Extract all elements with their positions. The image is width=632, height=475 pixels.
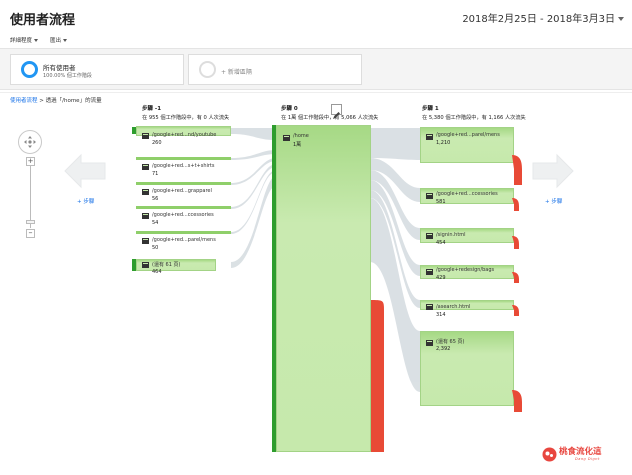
step-title: 步驟 -1	[142, 106, 162, 112]
node-label: /google+red...ccessories	[152, 212, 214, 218]
watermark-text: 桃食流化這	[559, 447, 602, 457]
dropoff-indicator	[512, 272, 519, 283]
node-label: /asearch.html	[436, 304, 471, 310]
node-value: 314	[436, 312, 446, 318]
page-icon	[426, 269, 433, 275]
page-icon	[426, 340, 433, 346]
node-label: /home	[293, 133, 309, 139]
flow-node[interactable]	[136, 231, 231, 234]
node-value: 2,392	[436, 346, 451, 352]
page-icon	[426, 233, 433, 239]
step-summary-minus1: 在 955 個工作階段中，有 0 人次流失	[142, 115, 230, 121]
node-value: 464	[152, 269, 162, 275]
dropoff-indicator	[512, 305, 519, 316]
flow-node[interactable]	[136, 206, 231, 209]
pencil-icon[interactable]	[331, 104, 342, 119]
step-summary-1: 在 5,380 個工作階段中，有 1,166 人次流失	[422, 115, 526, 121]
page-icon	[142, 133, 149, 139]
node-value: 1萬	[293, 142, 302, 148]
node-value: 54	[152, 220, 159, 226]
node-value: 454	[436, 240, 446, 246]
node-value: 260	[152, 140, 162, 146]
watermark-logo-icon	[542, 447, 557, 462]
step-title: 步驟 0	[281, 106, 298, 112]
dropoff-indicator	[512, 198, 519, 211]
step-summary-0: 在 1萬 個工作階段中，有 5,066 人次流失	[281, 115, 379, 121]
dropoff-indicator	[512, 390, 522, 412]
page-icon	[283, 135, 290, 141]
step-header-0: 步驟 0	[281, 104, 298, 112]
node-value: 581	[436, 199, 446, 205]
node-label: /google+red...parel/mens	[152, 237, 216, 243]
step-title: 步驟 1	[422, 106, 439, 112]
step-header-1: 步驟 1	[422, 104, 439, 112]
flow-node[interactable]	[136, 157, 231, 160]
flow-node[interactable]	[420, 228, 514, 243]
watermark-subtext: Dang Dignt	[575, 457, 600, 461]
page-icon	[142, 213, 149, 219]
page-icon	[142, 262, 149, 268]
watermark: 桃食流化這 Dang Dignt	[542, 445, 628, 467]
node-label: /google+red...nd/youtube	[152, 132, 217, 138]
page-icon	[426, 134, 433, 140]
dropoff-indicator	[512, 236, 519, 249]
node-label: (還有 61 頁)	[152, 262, 181, 268]
node-value: 50	[152, 245, 159, 251]
page-icon	[142, 189, 149, 195]
node-label: /google+red...parel/mens	[436, 132, 500, 138]
step-minus1-column: /google+red...nd/youtube 260 /google+red…	[132, 124, 232, 279]
dropoff-indicator	[512, 155, 522, 185]
node-value: 71	[152, 171, 159, 177]
page-icon	[142, 238, 149, 244]
node-value: 1,210	[436, 140, 451, 146]
page-icon	[426, 304, 433, 310]
node-value: 56	[152, 196, 159, 202]
node-value: 429	[436, 275, 446, 281]
node-label: (還有 65 頁)	[436, 339, 465, 345]
flow-node-home[interactable]	[276, 125, 371, 452]
page-icon	[426, 193, 433, 199]
step-header-minus1: 步驟 -1	[142, 104, 161, 112]
flow-node[interactable]	[420, 331, 514, 406]
node-label: /google+red...ccessories	[436, 191, 498, 197]
page-icon	[142, 164, 149, 170]
node-label: /google+redesign/bags	[436, 267, 495, 273]
node-label: /google+red...s+t+shirts	[152, 163, 215, 169]
node-label: /signin.html	[436, 232, 466, 238]
node-label: /google+red...grapparel	[152, 188, 212, 194]
flow-node[interactable]	[136, 182, 231, 185]
